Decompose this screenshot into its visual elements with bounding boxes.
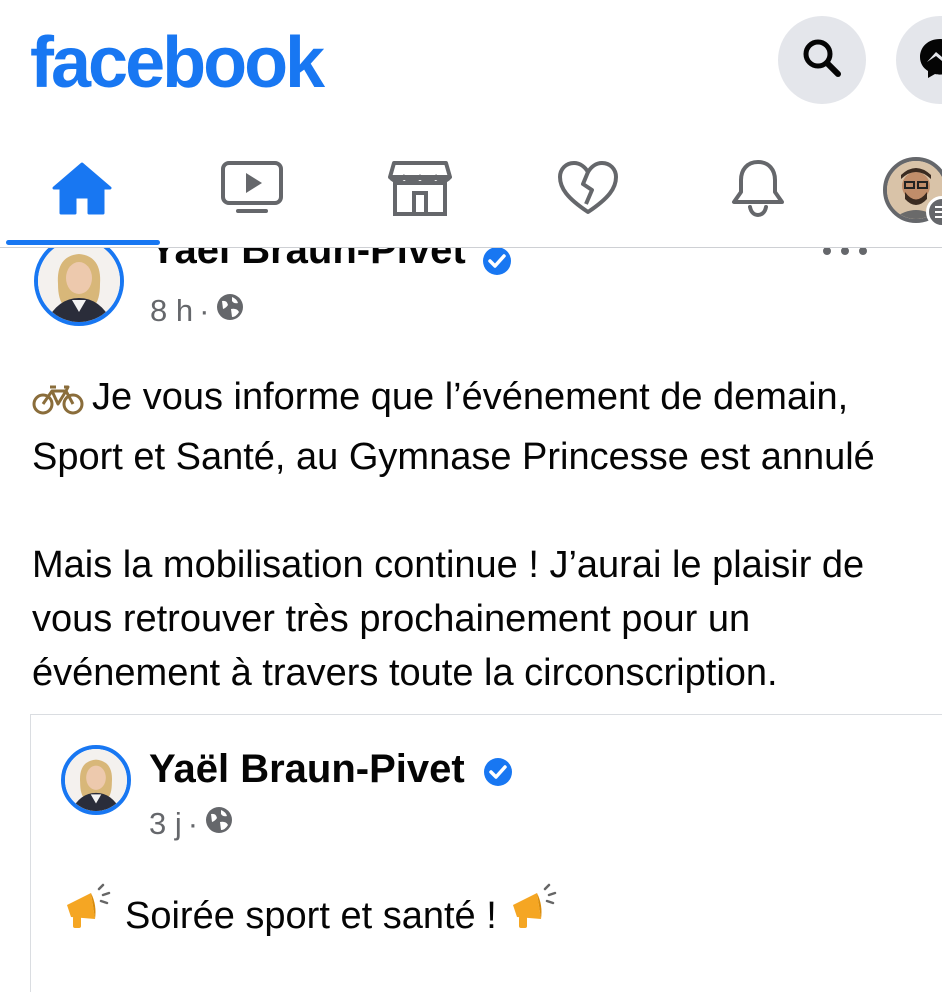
search-button[interactable]: [778, 16, 866, 104]
video-icon: [220, 160, 284, 221]
heart-icon: [557, 160, 619, 221]
meta-separator: ·: [199, 293, 210, 328]
feed-post: Yaël Braun-Pivet 8 h · Je vous informe q…: [0, 248, 942, 992]
messenger-icon: [918, 36, 942, 85]
post-meta: 8 h ·: [150, 292, 245, 330]
search-icon: [800, 36, 844, 85]
tab-dating[interactable]: [532, 150, 644, 230]
meta-separator: ·: [187, 806, 199, 841]
post-line-text: Je vous informe que l’événement de demai…: [92, 376, 849, 418]
shared-post-time[interactable]: 3 j: [149, 806, 182, 842]
shared-author-avatar[interactable]: [61, 745, 131, 815]
author-avatar[interactable]: [34, 248, 124, 326]
megaphone-icon: [507, 883, 561, 948]
shared-post-text-content: Soirée sport et santé !: [125, 894, 497, 937]
tab-notifications[interactable]: [702, 150, 814, 230]
top-header: facebook: [0, 0, 942, 130]
post-line: Sport et Santé, au Gymnase Princesse est…: [32, 436, 875, 478]
store-icon: [388, 159, 452, 222]
post-text: Je vous informe que l’événement de demai…: [32, 370, 942, 700]
shared-author-name[interactable]: Yaël Braun-Pivet: [149, 747, 465, 792]
tab-home[interactable]: [26, 150, 138, 230]
megaphone-icon: [61, 883, 115, 948]
globe-icon: [204, 805, 234, 843]
post-line: vous retrouver très prochainement pour u…: [32, 598, 751, 640]
author-name[interactable]: Yaël Braun-Pivet: [150, 248, 466, 273]
home-icon: [51, 161, 113, 220]
post-line: événement à travers toute la circonscrip…: [32, 652, 778, 694]
post-time[interactable]: 8 h: [150, 293, 193, 329]
messenger-button[interactable]: [896, 16, 942, 104]
bell-icon: [729, 158, 787, 223]
tab-marketplace[interactable]: [364, 150, 476, 230]
facebook-app: facebook Yaël Braun-Pivet 8 h · Je vous …: [0, 0, 942, 992]
verified-badge-icon: [483, 757, 513, 792]
shared-post-text: Soirée sport et santé !: [61, 883, 561, 948]
tab-bar: [0, 130, 942, 248]
shared-post-card[interactable]: Yaël Braun-Pivet 3 j · Soirée sport et s…: [30, 714, 942, 992]
verified-badge-icon: [482, 248, 512, 281]
tab-watch[interactable]: [196, 150, 308, 230]
post-line: Je vous informe que l’événement de demai…: [32, 370, 942, 430]
bicycle-icon: [32, 376, 84, 430]
active-tab-indicator: [6, 240, 160, 245]
more-options-icon[interactable]: [820, 248, 870, 264]
facebook-logo[interactable]: facebook: [30, 22, 325, 104]
post-line: Mais la mobilisation continue ! J’aurai …: [32, 544, 865, 586]
globe-icon: [215, 292, 245, 330]
shared-post-meta: 3 j ·: [149, 805, 234, 843]
